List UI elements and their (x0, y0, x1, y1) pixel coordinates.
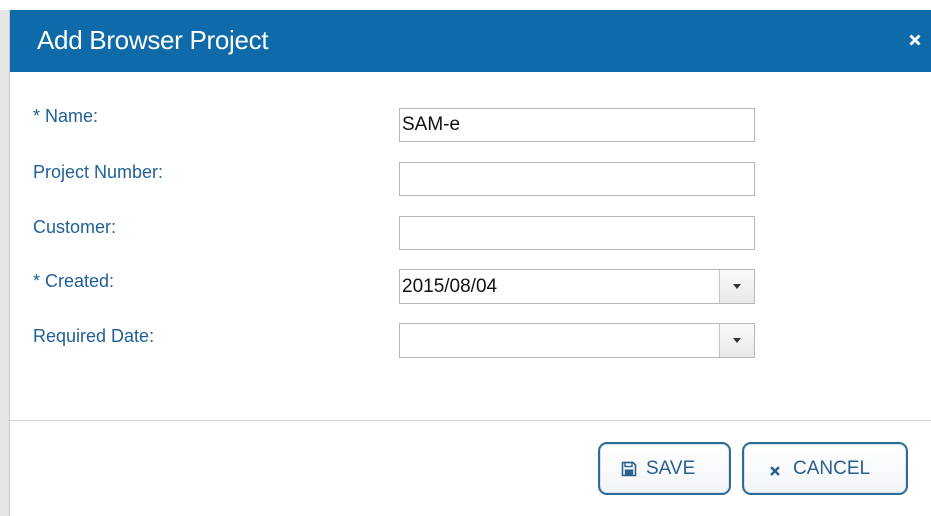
close-icon (768, 462, 782, 484)
save-button-label: SAVE (646, 458, 696, 479)
cancel-button-label: CANCEL (793, 458, 871, 479)
dialog-title: Add Browser Project (37, 25, 269, 55)
floppy-disk-icon (621, 461, 637, 483)
required-date-picker (399, 323, 755, 358)
customer-input[interactable] (399, 216, 755, 250)
created-date-input[interactable] (400, 270, 718, 303)
required-date-input[interactable] (400, 324, 718, 357)
caret-down-icon (733, 284, 741, 289)
close-icon[interactable] (907, 32, 923, 48)
footer-divider (10, 420, 931, 421)
customer-label: Customer: (33, 217, 117, 237)
add-browser-project-dialog: Add Browser Project * Name: Project Numb… (0, 0, 931, 516)
created-label: * Created: (33, 271, 115, 291)
name-input[interactable] (399, 108, 755, 142)
caret-down-icon (733, 338, 741, 343)
created-date-dropdown-button[interactable] (719, 270, 754, 303)
dialog-titlebar[interactable]: Add Browser Project (10, 10, 931, 72)
name-label: * Name: (33, 106, 99, 126)
save-button[interactable]: SAVE (598, 442, 731, 495)
cancel-button[interactable]: CANCEL (742, 442, 908, 495)
required-date-label: Required Date: (33, 326, 155, 346)
project-number-input[interactable] (399, 162, 755, 196)
dialog-left-border (9, 10, 10, 516)
required-date-dropdown-button[interactable] (719, 324, 754, 357)
project-number-label: Project Number: (33, 162, 164, 182)
created-date-picker (399, 269, 755, 304)
